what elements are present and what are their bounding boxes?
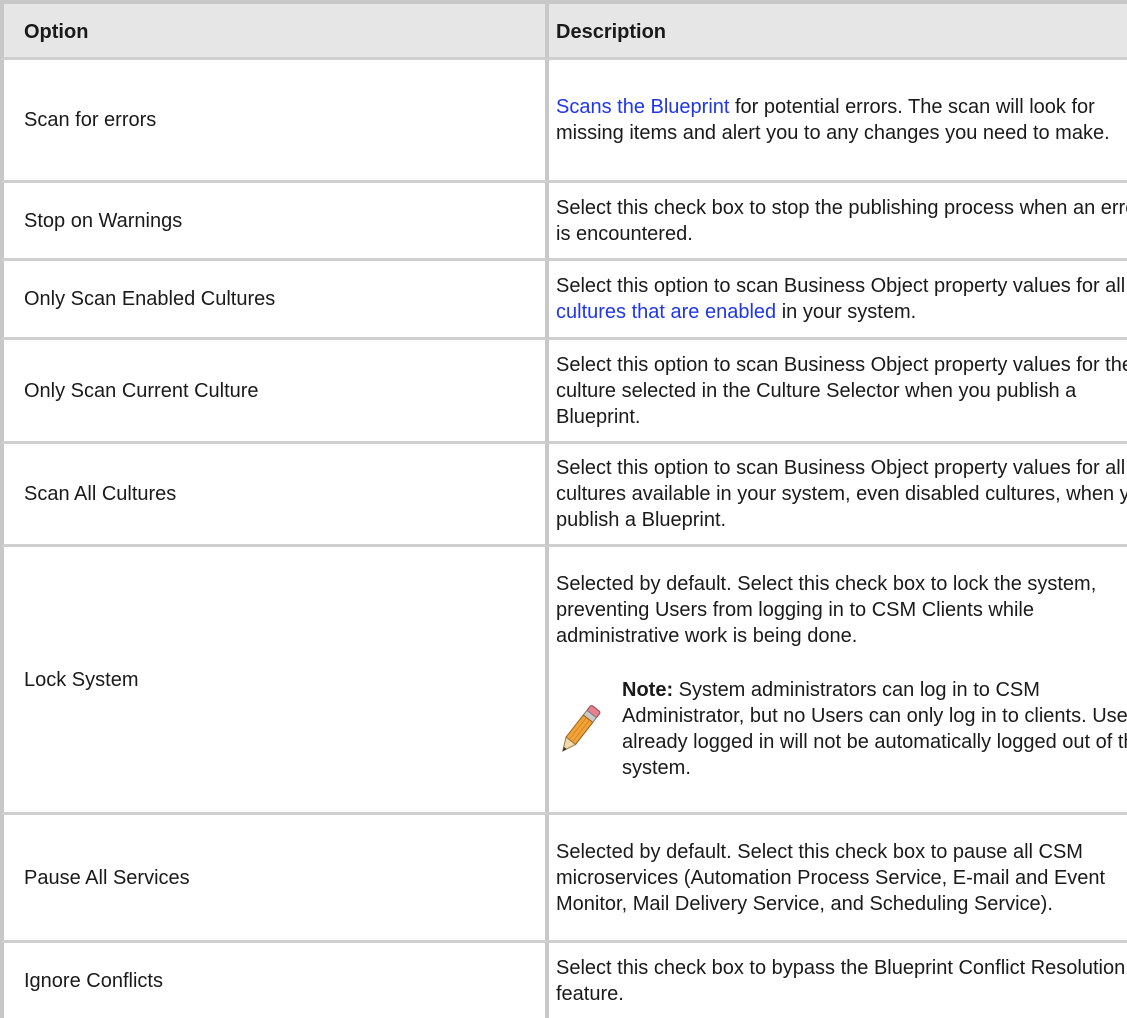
table-row: Scan for errors Scans the Blueprint for …	[0, 60, 1127, 183]
description-text: Selected by default. Select this check b…	[556, 572, 1097, 647]
description-cell: Select this check box to bypass the Blue…	[556, 956, 1126, 1005]
option-cell: Only Scan Current Culture	[0, 340, 549, 444]
option-cell: Only Scan Enabled Cultures	[0, 261, 549, 340]
option-cell: Stop on Warnings	[0, 183, 549, 261]
note-text: Note: System administrators can log in t…	[622, 677, 1127, 781]
description-cell: Selected by default. Select this check b…	[549, 815, 1127, 943]
note-body: System administrators can log in to CSM …	[622, 678, 1127, 779]
table-row: Stop on Warnings Select this check box t…	[0, 183, 1127, 261]
table-row: Only Scan Current Culture Select this op…	[0, 340, 1127, 444]
description-cell: Scans the Blueprint for potential errors…	[549, 60, 1127, 183]
document-page: Option Description Scan for errors Scans…	[0, 0, 1127, 1018]
description-cell: Selected by default. Select this check b…	[549, 547, 1127, 815]
table-row: Ignore Conflicts Select this check box t…	[0, 943, 1127, 1018]
table-row: Only Scan Enabled Cultures Select this o…	[0, 261, 1127, 340]
description-column-header: Description	[549, 0, 1127, 60]
table-row: Pause All Services Selected by default. …	[0, 815, 1127, 943]
note-label: Note:	[622, 678, 674, 701]
description-cell: Select this check box to stop the publis…	[549, 183, 1127, 261]
note-box: Note: System administrators can log in t…	[556, 677, 1127, 781]
pencil-icon	[562, 704, 601, 752]
description-cell: Select this option to scan Business Obje…	[549, 444, 1127, 547]
cultures-enabled-link[interactable]: cultures that are enabled	[556, 301, 776, 323]
table-row: Scan All Cultures Select this option to …	[0, 444, 1127, 547]
table-row: Lock System Selected by default. Select …	[0, 547, 1127, 815]
description-cell: Select this option to scan Business Obje…	[549, 261, 1127, 340]
option-column-header: Option	[0, 0, 549, 60]
option-cell: Ignore Conflicts	[0, 943, 549, 1018]
option-cell: Lock System	[0, 547, 549, 815]
option-cell: Scan All Cultures	[0, 444, 549, 547]
option-cell: Scan for errors	[0, 60, 549, 183]
table-header-row: Option Description	[0, 0, 1127, 60]
scans-blueprint-link[interactable]: Scans the Blueprint	[556, 96, 729, 118]
description-cell: Select this option to scan Business Obje…	[549, 340, 1127, 444]
description-text: Select this option to scan Business Obje…	[556, 275, 1126, 297]
option-cell: Pause All Services	[0, 815, 549, 943]
description-text: in your system.	[776, 301, 917, 323]
options-table: Option Description Scan for errors Scans…	[0, 0, 1127, 1018]
